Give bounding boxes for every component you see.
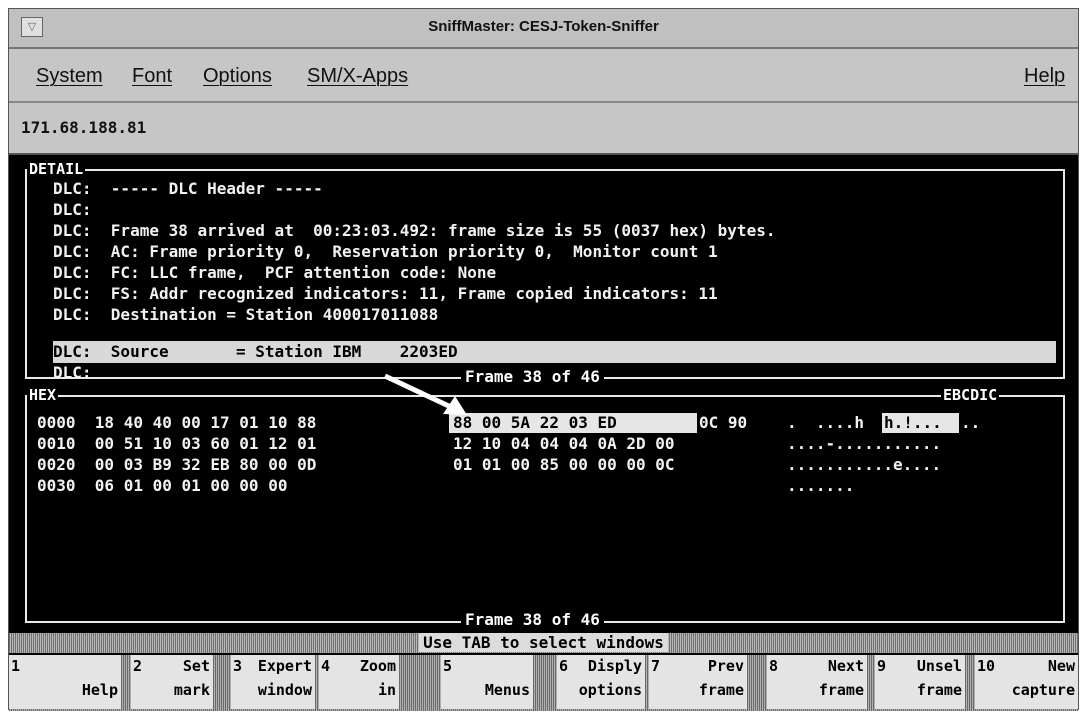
- f10-new-capture-button[interactable]: 10 New capture: [975, 655, 1078, 709]
- detail-line[interactable]: DLC:: [53, 363, 111, 383]
- hex-offset: 0000: [37, 413, 76, 432]
- menu-help[interactable]: Help: [1024, 65, 1065, 88]
- menu-options[interactable]: Options: [203, 65, 272, 88]
- detail-line-selected[interactable]: DLC: Source = Station IBM 2203ED: [53, 342, 458, 362]
- detail-line[interactable]: DLC: FC: LLC frame, PCF attention code: …: [53, 263, 496, 283]
- hex-offset: 0030: [37, 476, 76, 495]
- hex-window-label: HEX: [27, 386, 59, 404]
- detail-line[interactable]: DLC:: [53, 200, 111, 220]
- detail-line[interactable]: DLC: AC: Frame priority 0, Reservation p…: [53, 242, 718, 262]
- menu-system[interactable]: System: [36, 65, 103, 88]
- hex-bytes[interactable]: 0C 90: [699, 413, 747, 433]
- detail-window[interactable]: DLC: ----- DLC Header ----- DLC: DLC: Fr…: [25, 169, 1065, 382]
- f8-next-frame-button[interactable]: 8 Next frame: [767, 655, 867, 709]
- hex-offset: 0010: [37, 434, 76, 453]
- hex-bytes-selected[interactable]: 88 00 5A 22 03 ED: [453, 413, 617, 433]
- pointer-arrow-icon: [383, 373, 467, 415]
- detail-window-label: DETAIL: [27, 160, 86, 178]
- f7-prev-frame-button[interactable]: 7 Prev frame: [649, 655, 747, 709]
- ebcdic-text: ...........e....: [787, 455, 942, 474]
- ebcdic-text: ..: [961, 413, 981, 432]
- terminal-screen: DLC: ----- DLC Header ----- DLC: DLC: Fr…: [9, 155, 1078, 711]
- title-bar: ▽ SniffMaster: CESJ-Token-Sniffer: [9, 9, 1078, 49]
- menu-smx-apps[interactable]: SM/X-Apps: [307, 65, 408, 88]
- f6-display-options-button[interactable]: 6 Disply options: [557, 655, 645, 709]
- hex-row[interactable]: 0000 18 40 40 00 17 01 10 88: [37, 413, 316, 433]
- hex-bytes[interactable]: 01 01 00 85 00 00 00 0C: [453, 455, 675, 475]
- status-message: Use TAB to select windows: [419, 633, 668, 652]
- detail-frame-indicator: Frame 38 of 46: [461, 368, 604, 386]
- f9-unselect-frame-button[interactable]: 9 Unsel frame: [875, 655, 965, 709]
- f1-help-button[interactable]: 1 Help: [9, 655, 121, 709]
- hex-row[interactable]: 0030 06 01 00 01 00 00 00: [37, 476, 287, 496]
- menu-bar: System Font Options SM/X-Apps Help: [9, 49, 1078, 103]
- address-bar: 171.68.188.81: [9, 103, 1078, 155]
- ebcdic-label: EBCDIC: [941, 386, 1000, 404]
- menu-font[interactable]: Font: [132, 65, 172, 88]
- hex-frame-indicator: Frame 38 of 46: [461, 611, 604, 629]
- hex-window[interactable]: 0000 18 40 40 00 17 01 10 88 88 00 5A 22…: [25, 395, 1065, 623]
- station-address: 171.68.188.81: [21, 118, 147, 137]
- f4-zoom-in-button[interactable]: 4 Zoom in: [319, 655, 399, 709]
- f3-expert-window-button[interactable]: 3 Expert window: [231, 655, 315, 709]
- ebcdic-text: . ....h: [787, 413, 865, 432]
- f2-set-mark-button[interactable]: 2 Set mark: [131, 655, 213, 709]
- detail-line[interactable]: DLC: Destination = Station 400017011088: [53, 305, 438, 325]
- function-key-bar: 1 Help 2 Set mark 3 Expert window 4 Zoom in 5 Me…: [9, 655, 1078, 711]
- detail-line[interactable]: DLC: Frame 38 arrived at 00:23:03.492: f…: [53, 221, 775, 241]
- hex-row[interactable]: 0010 00 51 10 03 60 01 12 01: [37, 434, 316, 454]
- sniffmaster-window: ▽ SniffMaster: CESJ-Token-Sniffer System…: [8, 8, 1079, 711]
- detail-line[interactable]: DLC: ----- DLC Header -----: [53, 179, 323, 199]
- hex-row[interactable]: 0020 00 03 B9 32 EB 80 00 0D: [37, 455, 316, 475]
- hex-offset: 0020: [37, 455, 76, 474]
- ebcdic-text-selected: h.!...: [884, 413, 942, 432]
- hex-bytes[interactable]: 12 10 04 04 04 0A 2D 00: [453, 434, 675, 454]
- ebcdic-text: .......: [787, 476, 855, 495]
- status-bar: Use TAB to select windows: [9, 633, 1078, 653]
- ebcdic-text: ....-...........: [787, 434, 942, 453]
- detail-line[interactable]: DLC: FS: Addr recognized indicators: 11,…: [53, 284, 718, 304]
- f5-menus-button[interactable]: 5 Menus: [441, 655, 533, 709]
- window-title: SniffMaster: CESJ-Token-Sniffer: [428, 18, 659, 35]
